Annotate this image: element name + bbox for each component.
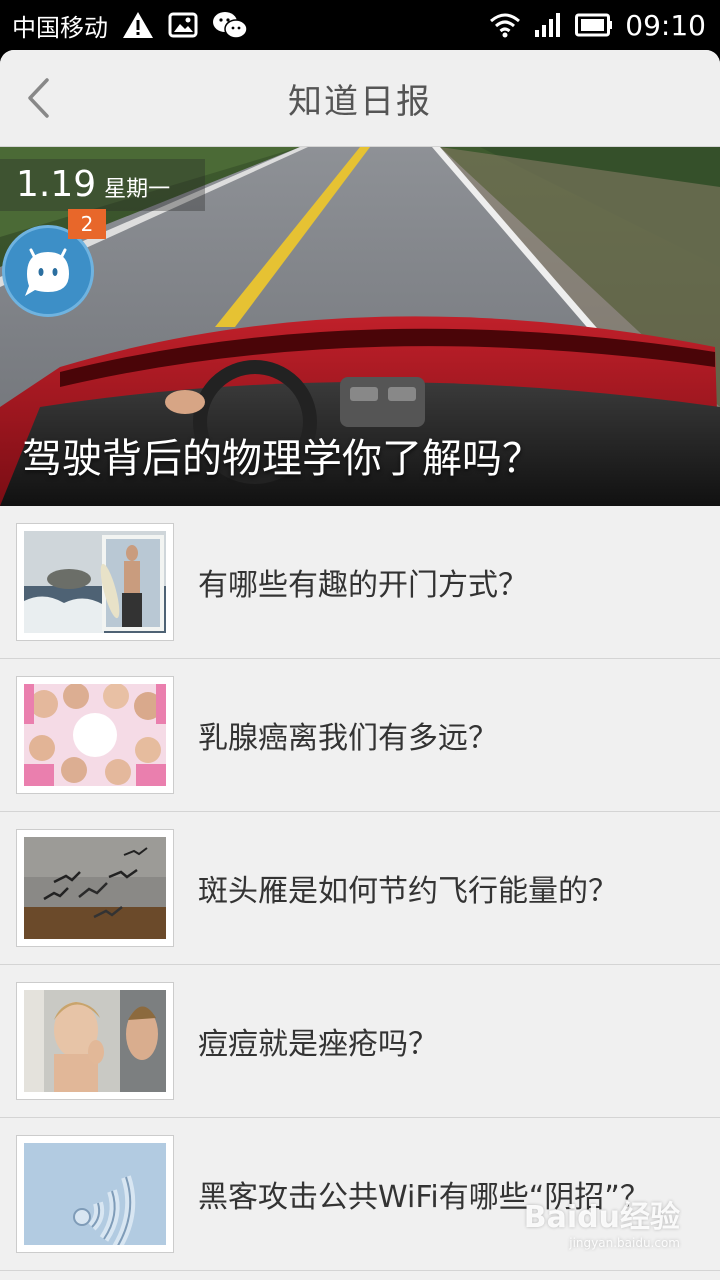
baidu-watermark: Baidu经验 jingyan.baidu.com bbox=[524, 1192, 680, 1250]
back-button[interactable] bbox=[18, 74, 58, 122]
article-thumbnail bbox=[16, 523, 174, 641]
article-list: 有哪些有趣的开门方式？ 乳腺癌离我们有多远？ 斑头雁是如何节约飞行能量的？ 痘痘… bbox=[0, 506, 720, 1271]
article-thumbnail bbox=[16, 982, 174, 1100]
wechat-icon bbox=[212, 10, 248, 40]
list-item[interactable]: 乳腺癌离我们有多远？ bbox=[0, 659, 720, 812]
hero-title: 驾驶背后的物理学你了解吗？ bbox=[22, 436, 542, 482]
article-title: 斑头雁是如何节约飞行能量的？ bbox=[198, 874, 618, 909]
wifi-icon bbox=[489, 12, 521, 38]
warning-icon bbox=[122, 11, 154, 39]
article-title: 痘痘就是痤疮吗？ bbox=[198, 1027, 438, 1062]
app-window: 知道日报 1.19 星期一 2 驾驶背后的物理学你了解吗？ 有哪些有趣的开门方式… bbox=[0, 50, 720, 1280]
article-thumbnail bbox=[16, 1135, 174, 1253]
title-bar: 知道日报 bbox=[0, 50, 720, 147]
article-thumbnail bbox=[16, 676, 174, 794]
carrier-name: 中国移动 bbox=[12, 13, 108, 42]
list-item[interactable]: 有哪些有趣的开门方式？ bbox=[0, 506, 720, 659]
status-bar: 中国移动 09:10 bbox=[0, 0, 720, 50]
hero-banner[interactable]: 1.19 星期一 2 驾驶背后的物理学你了解吗？ bbox=[0, 147, 720, 506]
image-icon bbox=[168, 12, 198, 38]
battery-icon bbox=[575, 13, 613, 37]
article-title: 有哪些有趣的开门方式？ bbox=[198, 568, 528, 603]
signal-icon bbox=[533, 12, 563, 38]
article-thumbnail bbox=[16, 829, 174, 947]
watermark-logo: Baidu经验 bbox=[523, 1200, 680, 1235]
list-item[interactable]: 斑头雁是如何节约飞行能量的？ bbox=[0, 812, 720, 965]
status-time: 09:10 bbox=[625, 8, 706, 42]
back-chevron-icon bbox=[28, 78, 49, 118]
hero-date-number: 1.19 bbox=[16, 164, 97, 205]
hero-date: 1.19 星期一 bbox=[0, 159, 205, 211]
watermark-url: jingyan.baidu.com bbox=[569, 1236, 680, 1250]
notification-badge: 2 bbox=[68, 209, 106, 239]
article-title: 乳腺癌离我们有多远？ bbox=[198, 721, 498, 756]
list-item[interactable]: 痘痘就是痤疮吗？ bbox=[0, 965, 720, 1118]
hero-weekday: 星期一 bbox=[104, 177, 171, 202]
speech-bubble-face-icon bbox=[25, 248, 69, 296]
page-title: 知道日报 bbox=[288, 81, 432, 122]
